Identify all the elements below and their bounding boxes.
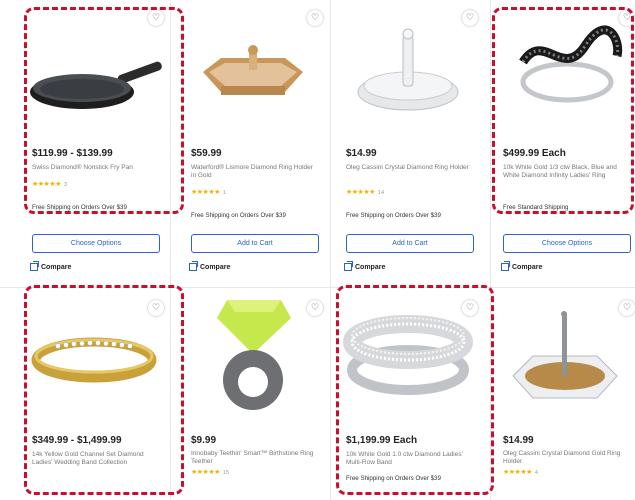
- compare-icon: [189, 261, 198, 271]
- product-name[interactable]: Oleg Cassini Crystal Diamond Gold Ring H…: [503, 450, 631, 466]
- add-to-cart-button[interactable]: Add to Cart: [346, 234, 474, 253]
- infinity-ring-image: [519, 25, 623, 103]
- favorite-heart-icon[interactable]: ♡: [148, 10, 164, 26]
- favorite-heart-icon[interactable]: ♡: [307, 10, 323, 26]
- product-card-ring-teether[interactable]: ♡ $9.99 Innobaby Teethin' Smart™ Birthst…: [181, 290, 329, 490]
- shipping-note: Free Shipping on Orders Over $39: [191, 212, 286, 219]
- product-image[interactable]: [493, 290, 635, 418]
- compare-checkbox[interactable]: Compare: [30, 261, 72, 271]
- add-to-cart-button[interactable]: Add to Cart: [191, 234, 319, 253]
- star-rating: ★★★★★ 1: [191, 188, 226, 196]
- shipping-note: Free Standard Shipping: [503, 204, 569, 211]
- product-price: $14.99: [346, 148, 377, 159]
- star-rating: ★★★★★ 4: [503, 468, 538, 476]
- compare-checkbox[interactable]: Compare: [189, 261, 231, 271]
- product-name[interactable]: 10k White Gold 1/3 ctw Black, Blue and W…: [503, 164, 631, 180]
- product-name[interactable]: Swiss Diamond® Nonstick Fry Pan: [32, 164, 160, 172]
- product-card-infinity-ring[interactable]: ♡ $499.99 Each 10k White Gold 1/3 ctw Bl…: [493, 0, 635, 287]
- product-card-waterford-ring-holder[interactable]: ♡ $59.99 Waterford® Lismore Diamond Ring…: [181, 0, 329, 287]
- product-name[interactable]: 10k White Gold 1.0 ctw Diamond Ladies' M…: [346, 451, 474, 467]
- product-card-yellow-gold-band[interactable]: ♡ $349.99 - $1,499.99 14k Yellow Gold Ch…: [22, 290, 170, 490]
- favorite-heart-icon[interactable]: ♡: [619, 300, 635, 316]
- row-divider: [0, 287, 635, 288]
- favorite-heart-icon[interactable]: ♡: [619, 10, 635, 26]
- product-name[interactable]: Oleg Cassini Crystal Diamond Ring Holder: [346, 164, 474, 172]
- product-price: $59.99: [191, 148, 222, 159]
- compare-label: Compare: [200, 263, 231, 271]
- product-name[interactable]: Innobaby Teethin' Smart™ Birthstone Ring…: [191, 450, 319, 466]
- compare-icon: [344, 261, 353, 271]
- compare-icon: [501, 261, 510, 271]
- product-price: $119.99 - $139.99: [32, 148, 113, 159]
- review-count: 15: [222, 470, 230, 476]
- favorite-heart-icon[interactable]: ♡: [462, 10, 478, 26]
- product-card-crystal-ring-holder[interactable]: ♡ $14.99 Oleg Cassini Crystal Diamond Ri…: [336, 0, 484, 287]
- star-rating: ★★★★★ 14: [346, 188, 384, 196]
- column-divider: [330, 0, 331, 500]
- product-price: $14.99: [503, 435, 534, 446]
- compare-checkbox[interactable]: Compare: [501, 261, 543, 271]
- compare-label: Compare: [512, 263, 543, 271]
- product-name[interactable]: Waterford® Lismore Diamond Ring Holder i…: [191, 164, 319, 180]
- stars-icon: ★★★★★: [191, 188, 220, 196]
- favorite-heart-icon[interactable]: ♡: [307, 300, 323, 316]
- compare-checkbox[interactable]: Compare: [344, 261, 386, 271]
- review-count: 1: [222, 190, 226, 196]
- choose-options-button[interactable]: Choose Options: [503, 234, 631, 253]
- column-divider: [170, 0, 171, 500]
- star-rating: ★★★★★ 15: [191, 468, 229, 476]
- product-card-fry-pan[interactable]: ♡ $119.99 - $139.99 Swiss Diamond® Nonst…: [22, 0, 170, 287]
- product-name[interactable]: 14k Yellow Gold Channel Set Diamond Ladi…: [32, 451, 160, 467]
- compare-label: Compare: [355, 263, 386, 271]
- favorite-heart-icon[interactable]: ♡: [462, 300, 478, 316]
- product-card-crystal-gold-ring-holder[interactable]: ♡ $14.99 Oleg Cassini Crystal Diamond Go…: [493, 290, 635, 490]
- choose-options-button[interactable]: Choose Options: [32, 234, 160, 253]
- column-divider: [490, 0, 491, 500]
- shipping-note: Free Shipping on Orders Over $39: [32, 204, 127, 211]
- shipping-note: Free Shipping on Orders Over $39: [346, 212, 441, 219]
- review-count: 3: [63, 182, 67, 188]
- review-count: 4: [534, 470, 538, 476]
- product-image[interactable]: [493, 0, 635, 128]
- product-price: $499.99 Each: [503, 148, 566, 159]
- compare-label: Compare: [41, 263, 72, 271]
- crystal-gold-ring-holder-image: [512, 311, 618, 399]
- product-price: $1,199.99 Each: [346, 435, 418, 446]
- compare-icon: [30, 261, 39, 271]
- stars-icon: ★★★★★: [346, 188, 375, 196]
- stars-icon: ★★★★★: [503, 468, 532, 476]
- favorite-heart-icon[interactable]: ♡: [148, 300, 164, 316]
- stars-icon: ★★★★★: [32, 180, 61, 188]
- stars-icon: ★★★★★: [191, 468, 220, 476]
- product-price: $349.99 - $1,499.99: [32, 435, 122, 446]
- shipping-note: Free Shipping on Orders Over $39: [346, 475, 441, 482]
- product-card-multi-row-band[interactable]: ♡ $1,199.99 Each 10k White Gold 1.0 ctw …: [336, 290, 484, 490]
- star-rating: ★★★★★ 3: [32, 180, 67, 188]
- product-price: $9.99: [191, 435, 217, 446]
- review-count: 14: [377, 190, 385, 196]
